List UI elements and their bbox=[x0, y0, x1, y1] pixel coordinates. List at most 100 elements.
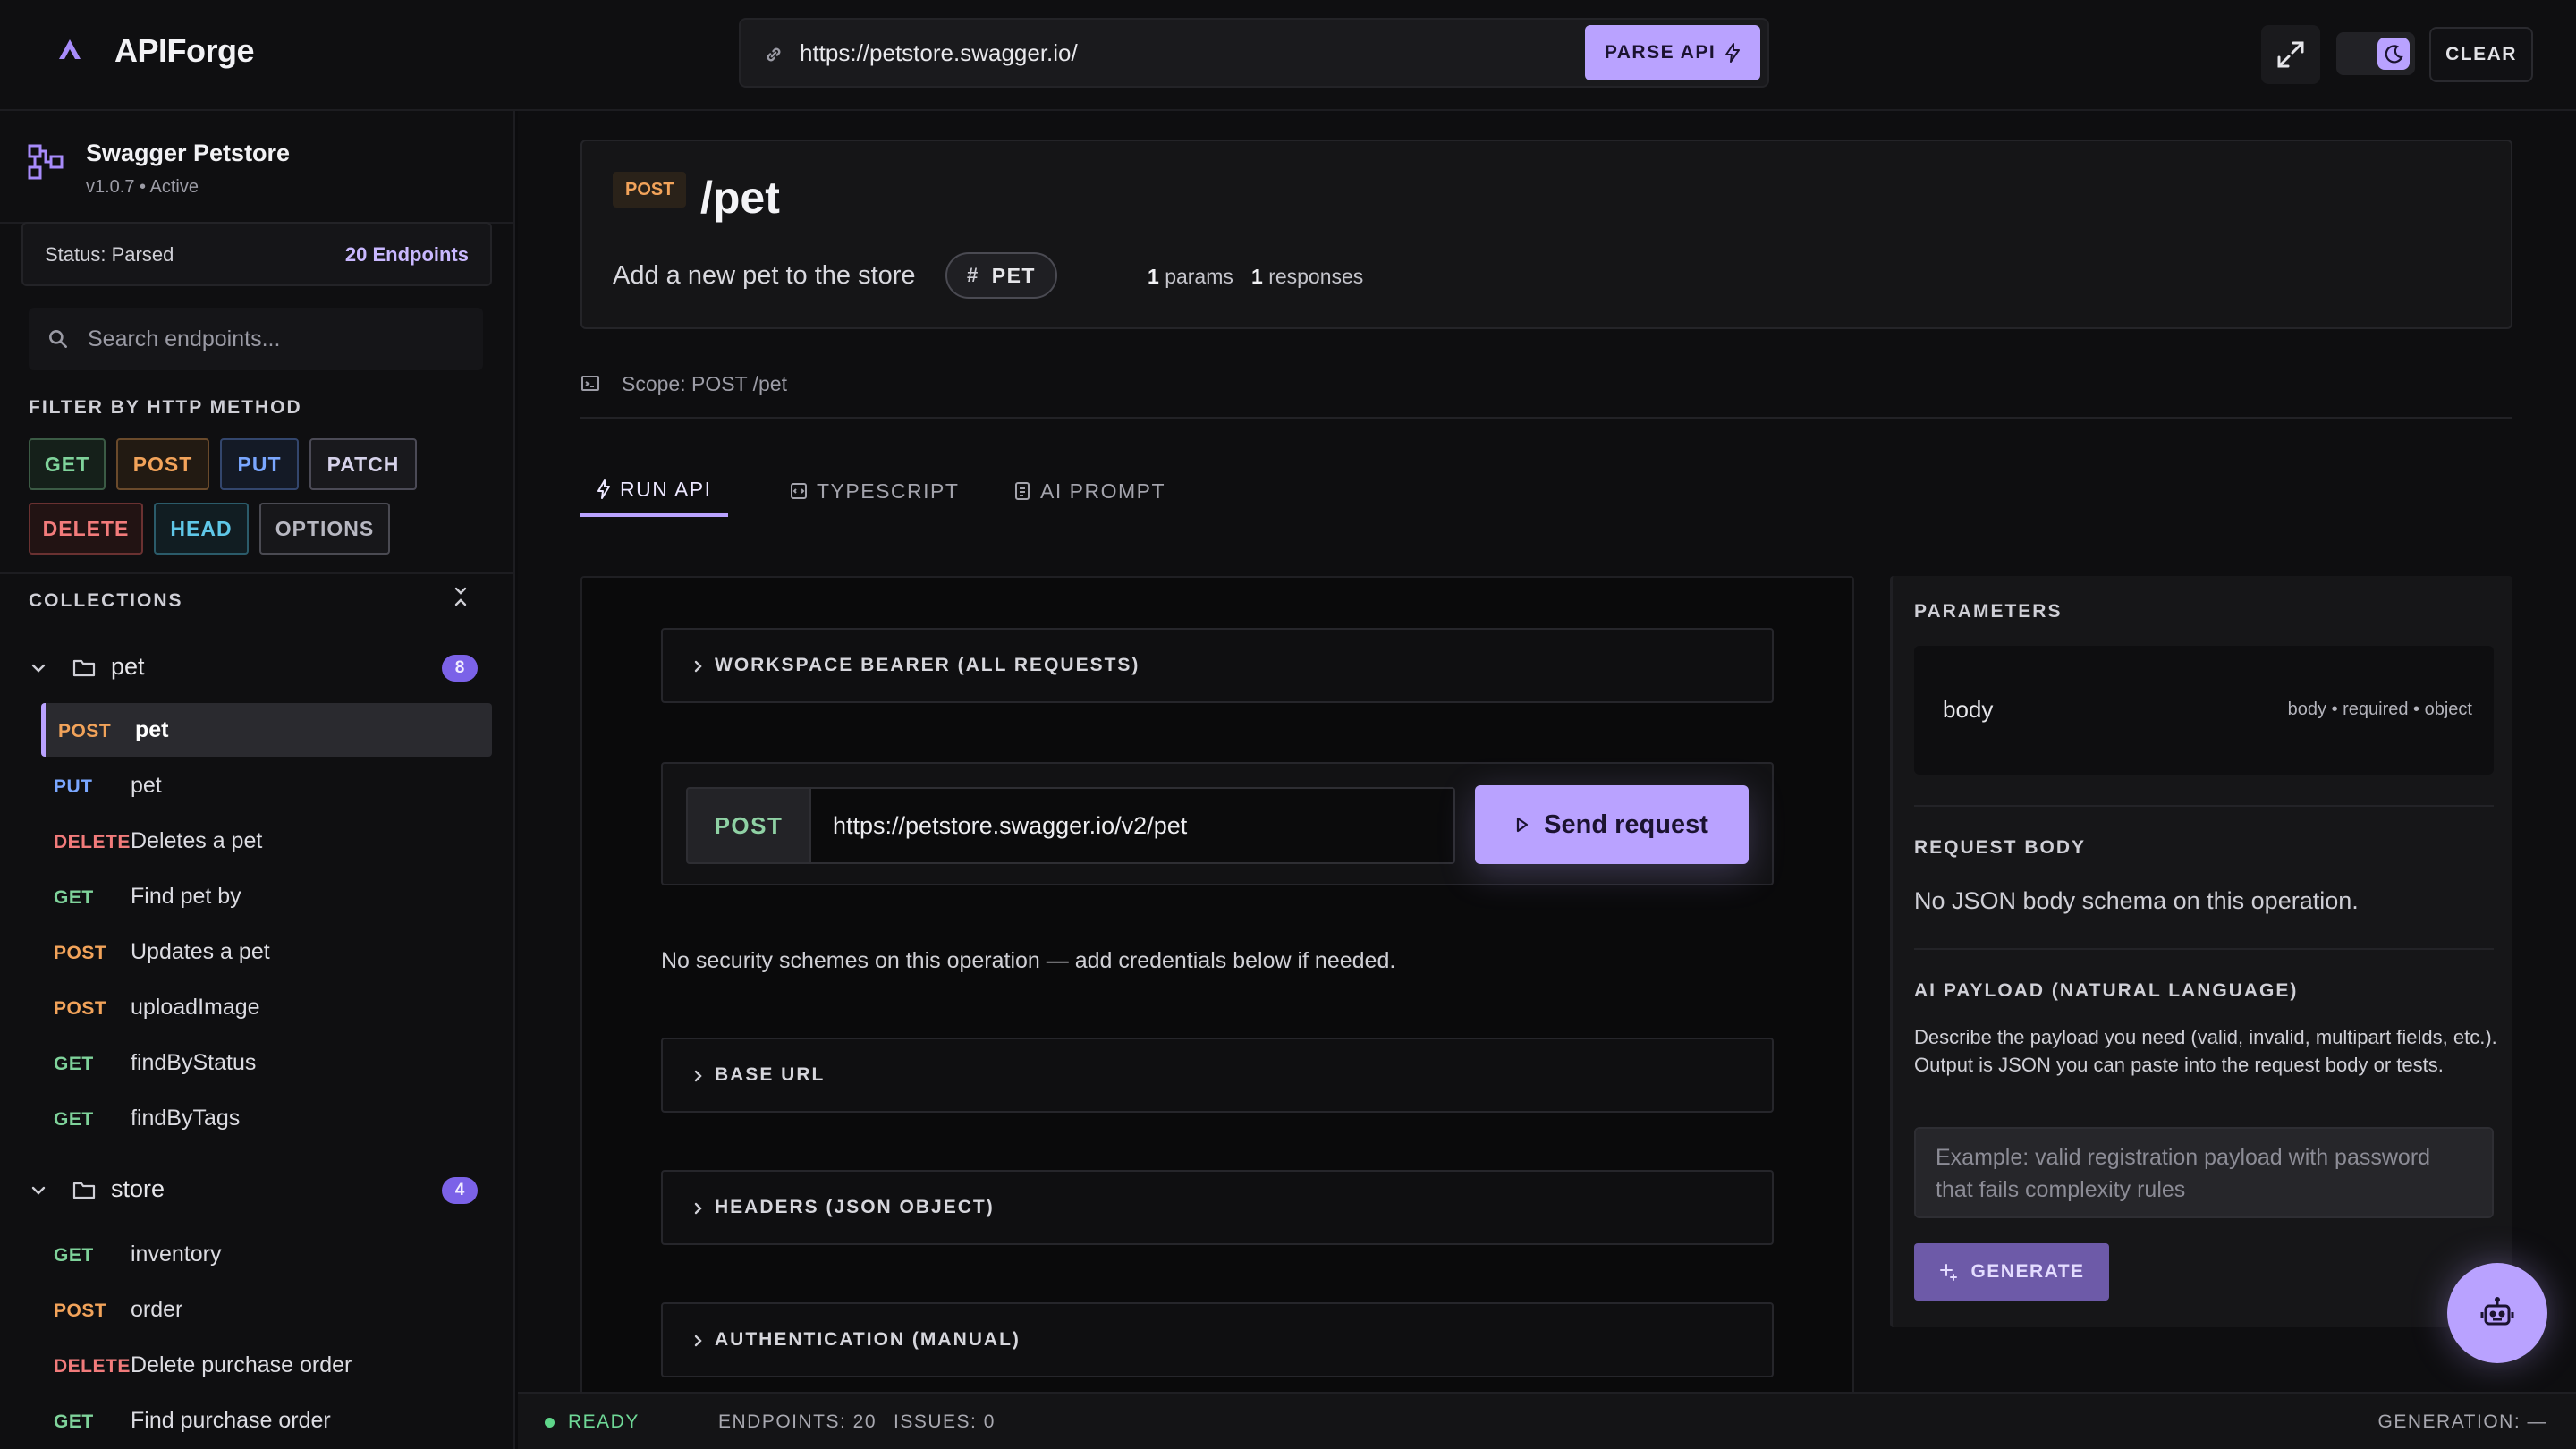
endpoint-search[interactable] bbox=[29, 308, 483, 370]
endpoints-status: ENDPOINTS: 20 bbox=[718, 1411, 877, 1432]
endpoint-item[interactable]: POST uploadImage bbox=[41, 980, 492, 1034]
endpoint-method: DELETE bbox=[54, 832, 131, 852]
filter-label: FILTER BY HTTP METHOD bbox=[29, 397, 302, 418]
collection-store[interactable]: store 4 bbox=[0, 1165, 513, 1215]
endpoint-item[interactable]: POST order bbox=[41, 1283, 492, 1336]
divider bbox=[1914, 805, 2494, 807]
endpoint-item[interactable]: GET Find purchase order bbox=[41, 1394, 492, 1447]
api-url-bar[interactable]: https://petstore.swagger.io/ PARSE API bbox=[739, 18, 1769, 88]
endpoint-item[interactable]: DELETE Deletes a pet bbox=[41, 814, 492, 868]
endpoint-method: POST bbox=[54, 998, 107, 1019]
generation-status: GENERATION: — bbox=[2377, 1411, 2547, 1432]
collection-count-badge: 4 bbox=[442, 1177, 478, 1204]
ai-payload-label: AI PAYLOAD (NATURAL LANGUAGE) bbox=[1914, 980, 2299, 1001]
ai-assistant-button[interactable] bbox=[2447, 1263, 2547, 1363]
folder-icon bbox=[72, 1182, 96, 1199]
collection-name: pet bbox=[111, 653, 145, 680]
bolt-icon bbox=[1725, 43, 1741, 63]
params-count: 1 params bbox=[1148, 265, 1233, 288]
link-icon bbox=[767, 47, 781, 62]
request-method[interactable]: POST bbox=[686, 787, 811, 864]
endpoint-method: DELETE bbox=[54, 1356, 131, 1377]
endpoint-method: GET bbox=[54, 887, 94, 908]
request-body-text: No JSON body schema on this operation. bbox=[1914, 887, 2359, 914]
filter-post[interactable]: POST bbox=[116, 438, 209, 490]
filter-options[interactable]: OPTIONS bbox=[259, 503, 390, 555]
endpoint-name: Delete purchase order bbox=[131, 1352, 352, 1377]
divider bbox=[1914, 948, 2494, 950]
filter-patch[interactable]: PATCH bbox=[309, 438, 417, 490]
endpoint-name: order bbox=[131, 1297, 183, 1322]
endpoint-path: /pet bbox=[700, 173, 780, 223]
tab-run-api[interactable]: RUN API bbox=[580, 465, 728, 517]
collections-label: COLLECTIONS bbox=[29, 590, 183, 611]
filter-get[interactable]: GET bbox=[29, 438, 106, 490]
ready-status: READY bbox=[568, 1411, 640, 1432]
collapse-all-icon[interactable] bbox=[449, 585, 472, 608]
parameter-row: body body • required • object bbox=[1914, 646, 2494, 775]
endpoint-item[interactable]: PUT pet bbox=[41, 758, 492, 812]
endpoint-item[interactable]: POST Updates a pet bbox=[41, 925, 492, 979]
sidebar: Swagger Petstore v1.0.7 • Active Status:… bbox=[0, 111, 515, 1449]
request-url-input[interactable] bbox=[811, 787, 1455, 864]
collection-pet[interactable]: pet 8 bbox=[0, 642, 513, 692]
project-icon bbox=[28, 144, 64, 180]
status-bar: READY ENDPOINTS: 20 ISSUES: 0 GENERATION… bbox=[518, 1392, 2576, 1449]
ai-payload-input[interactable] bbox=[1914, 1127, 2494, 1218]
endpoint-item[interactable]: GET findByStatus bbox=[41, 1036, 492, 1089]
endpoint-item[interactable]: GET Find pet by bbox=[41, 869, 492, 923]
expand-button[interactable] bbox=[2261, 25, 2320, 84]
side-panel: PARAMETERS body body • required • object… bbox=[1890, 576, 2512, 1327]
authentication-accordion[interactable]: AUTHENTICATION (MANUAL) bbox=[661, 1302, 1774, 1377]
endpoint-method: PUT bbox=[54, 776, 93, 797]
sparkle-icon bbox=[1940, 1264, 1958, 1281]
endpoint-item-post-pet[interactable]: POST pet bbox=[41, 703, 492, 757]
parse-api-button[interactable]: PARSE API bbox=[1585, 25, 1760, 80]
workspace-bearer-accordion[interactable]: WORKSPACE BEARER (ALL REQUESTS) bbox=[661, 628, 1774, 703]
top-bar: APIForge https://petstore.swagger.io/ PA… bbox=[0, 0, 2576, 111]
accordion-label: HEADERS (JSON OBJECT) bbox=[715, 1197, 995, 1217]
accordion-label: WORKSPACE BEARER (ALL REQUESTS) bbox=[715, 655, 1140, 675]
endpoint-item[interactable]: GET findByTags bbox=[41, 1091, 492, 1145]
endpoint-name: pet bbox=[131, 773, 162, 798]
security-note: No security schemes on this operation — … bbox=[661, 948, 1396, 973]
search-icon bbox=[49, 330, 67, 348]
code-file-icon bbox=[791, 483, 807, 499]
endpoint-description: Add a new pet to the store bbox=[613, 261, 916, 290]
filter-put[interactable]: PUT bbox=[220, 438, 299, 490]
scope-text: Scope: POST /pet bbox=[622, 372, 787, 395]
api-url-value[interactable]: https://petstore.swagger.io/ bbox=[800, 39, 1078, 67]
endpoint-item[interactable]: DELETE Delete purchase order bbox=[41, 1338, 492, 1392]
request-body-label: REQUEST BODY bbox=[1914, 837, 2087, 858]
endpoint-name: Find purchase order bbox=[131, 1408, 331, 1433]
endpoint-method: GET bbox=[54, 1411, 94, 1432]
filter-delete[interactable]: DELETE bbox=[29, 503, 143, 555]
endpoint-name: inventory bbox=[131, 1241, 222, 1267]
endpoint-method: POST bbox=[58, 721, 112, 741]
parse-api-label: PARSE API bbox=[1604, 42, 1716, 63]
theme-toggle[interactable] bbox=[2336, 32, 2415, 75]
endpoint-name: Updates a pet bbox=[131, 939, 270, 964]
endpoint-method: GET bbox=[54, 1054, 94, 1074]
chevron-down-icon bbox=[31, 664, 46, 673]
search-input[interactable] bbox=[88, 317, 463, 361]
logo-icon bbox=[59, 39, 80, 59]
endpoint-method: GET bbox=[54, 1109, 94, 1130]
method-badge: POST bbox=[613, 172, 687, 208]
endpoint-tag[interactable]: # PET bbox=[945, 252, 1057, 299]
app-name: APIForge bbox=[114, 32, 255, 69]
filter-head[interactable]: HEAD bbox=[154, 503, 249, 555]
endpoint-name: pet bbox=[135, 717, 169, 742]
headers-accordion[interactable]: HEADERS (JSON OBJECT) bbox=[661, 1170, 1774, 1245]
base-url-accordion[interactable]: BASE URL bbox=[661, 1038, 1774, 1113]
expand-icon bbox=[2277, 41, 2304, 68]
request-bar: POST Send request bbox=[661, 762, 1774, 886]
parse-status: Status: Parsed bbox=[45, 243, 174, 266]
clear-button[interactable]: CLEAR bbox=[2429, 27, 2533, 82]
generate-button[interactable]: GENERATE bbox=[1914, 1243, 2109, 1301]
tab-ai-prompt[interactable]: AI PROMPT bbox=[997, 465, 1182, 517]
endpoint-item[interactable]: GET inventory bbox=[41, 1227, 492, 1281]
project-name: Swagger Petstore bbox=[86, 140, 291, 166]
tab-typescript[interactable]: TYPESCRIPT bbox=[774, 465, 975, 517]
send-request-button[interactable]: Send request bbox=[1475, 785, 1749, 864]
